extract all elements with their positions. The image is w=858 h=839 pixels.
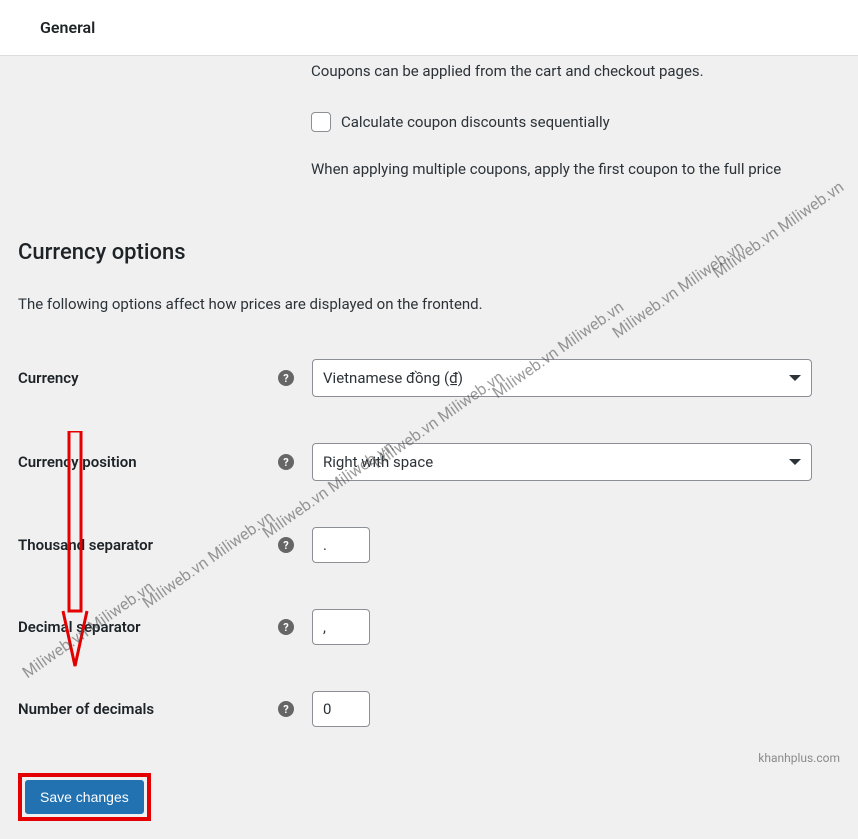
currency-select[interactable]: Vietnamese đồng (₫)	[312, 359, 812, 397]
help-icon[interactable]: ?	[278, 537, 294, 553]
calc-sequential-checkbox[interactable]	[311, 112, 331, 132]
decimal-separator-input[interactable]: ,	[312, 609, 370, 645]
currency-desc: The following options affect how prices …	[18, 295, 840, 313]
thousand-separator-input[interactable]: .	[312, 527, 370, 563]
currency-value: Vietnamese đồng (₫)	[323, 369, 463, 387]
thousand-separator-value: .	[323, 536, 327, 554]
save-button-highlight: Save changes	[18, 773, 151, 821]
chevron-down-icon	[789, 459, 801, 465]
help-icon[interactable]: ?	[278, 370, 294, 386]
num-decimals-label: Number of decimals	[18, 700, 278, 718]
footer-credit: khanhplus.com	[758, 751, 840, 765]
help-icon[interactable]: ?	[278, 701, 294, 717]
currency-position-row: Currency position ? Right with space	[18, 443, 840, 481]
num-decimals-value: 0	[323, 700, 331, 718]
currency-position-label: Currency position	[18, 453, 278, 471]
calc-sequential-row: Calculate coupon discounts sequentially	[311, 112, 840, 132]
decimal-separator-row: Decimal separator ? ,	[18, 609, 840, 645]
thousand-separator-label: Thousand separator	[18, 536, 278, 554]
num-decimals-input[interactable]: 0	[312, 691, 370, 727]
calc-sequential-help: When applying multiple coupons, apply th…	[311, 160, 840, 178]
decimal-separator-label: Decimal separator	[18, 618, 278, 636]
chevron-down-icon	[789, 375, 801, 381]
tab-general[interactable]: General	[40, 18, 95, 37]
currency-position-value: Right with space	[323, 453, 433, 471]
thousand-separator-row: Thousand separator ? .	[18, 527, 840, 563]
content-area: Coupons can be applied from the cart and…	[0, 62, 858, 839]
calc-sequential-label: Calculate coupon discounts sequentially	[341, 113, 610, 131]
save-button[interactable]: Save changes	[25, 780, 144, 814]
num-decimals-row: Number of decimals ? 0	[18, 691, 840, 727]
help-icon[interactable]: ?	[278, 454, 294, 470]
top-bar: General	[0, 0, 858, 56]
currency-label: Currency	[18, 369, 278, 387]
coupon-desc: Coupons can be applied from the cart and…	[311, 62, 840, 80]
help-icon[interactable]: ?	[278, 619, 294, 635]
decimal-separator-value: ,	[323, 618, 326, 636]
currency-position-select[interactable]: Right with space	[312, 443, 812, 481]
currency-heading: Currency options	[18, 240, 840, 265]
currency-row: Currency ? Vietnamese đồng (₫)	[18, 359, 840, 397]
